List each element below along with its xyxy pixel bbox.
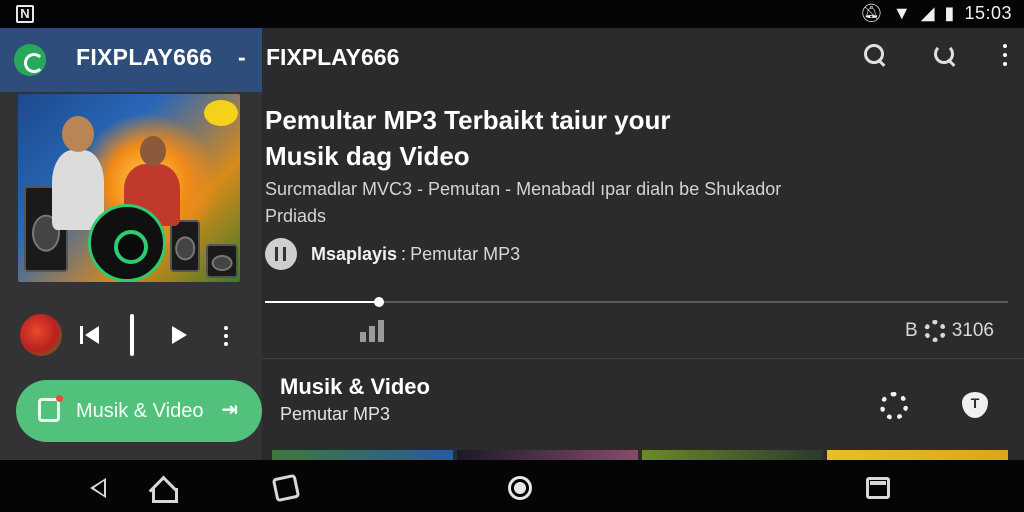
settings-icon[interactable] (923, 320, 946, 342)
app-logo-icon (14, 44, 46, 76)
app-notification-icon: N (16, 5, 34, 23)
source-name: Msaplayis (311, 243, 398, 264)
card-subtitle: Pemutar MP3 (280, 404, 391, 424)
assistant-icon[interactable] (508, 476, 532, 500)
pause-icon[interactable] (130, 314, 134, 356)
album-art[interactable] (18, 94, 240, 282)
library-icon (38, 395, 63, 422)
thumbnail-strip (272, 450, 1008, 460)
pause-circle-icon[interactable] (265, 238, 297, 270)
section-divider (262, 358, 1024, 359)
toolbar-actions (862, 42, 1008, 68)
signal-icon: ◢ (920, 3, 935, 23)
card-settings-icon[interactable] (880, 392, 908, 420)
more-vert-icon[interactable] (1002, 42, 1008, 68)
stats-label-left: B (905, 320, 918, 341)
cover-badge (204, 100, 238, 126)
speaker-far-right-graphic (206, 244, 238, 278)
stats-count: 3106 (951, 320, 994, 341)
previous-icon[interactable] (80, 324, 102, 346)
card-title: Musik & Video (280, 374, 430, 399)
clock: 15:03 (964, 3, 1012, 23)
source-description: Pemutar MP3 (410, 243, 521, 264)
seek-bar-thumb[interactable] (374, 297, 384, 307)
more-icon[interactable] (224, 326, 228, 346)
track-description: Surcmadlar MVC3 - Pemutan - Menabadl ıpa… (265, 176, 865, 230)
speaker-right-graphic (170, 220, 200, 272)
status-bar: N 🔕︎ ▼ ◢ ▮ 15:03 (0, 0, 1024, 28)
thumbnail[interactable] (827, 450, 1008, 460)
app-title: FIXPLAY666 (76, 44, 213, 70)
stats-row: B 3106 (905, 320, 994, 342)
notification-mute-icon: 🔕︎ (860, 3, 883, 23)
home-icon[interactable] (148, 476, 178, 503)
description-line-2: Prdiads (265, 206, 327, 226)
track-headline: Pemultar MP3 Terbaikt taiur your Musik d… (265, 102, 825, 174)
thumbnail[interactable] (457, 450, 638, 460)
seek-bar-progress (265, 301, 379, 303)
headline-line-1: Pemultar MP3 Terbaikt taiur your (265, 105, 671, 135)
refresh-icon[interactable] (932, 42, 958, 68)
equalizer-icon[interactable] (360, 320, 386, 342)
overview-icon[interactable] (866, 477, 890, 499)
search-icon[interactable] (862, 42, 888, 68)
vinyl-record-graphic (88, 204, 166, 282)
description-line-1: Surcmadlar MVC3 - Pemutan - Menabadl ıpa… (265, 179, 782, 199)
arrow-right-icon: ⇥ (221, 399, 238, 421)
headline-line-2: Musik dag Video (265, 141, 470, 171)
source-row[interactable]: Msaplayis : Pemutar MP3 (265, 237, 520, 271)
cta-label: Musik & Video (76, 400, 204, 422)
thumbnail[interactable] (272, 450, 453, 460)
battery-icon: ▮ (944, 3, 955, 23)
source-separator: : (401, 243, 407, 264)
singer-head-graphic (62, 116, 94, 152)
mini-player-controls (18, 312, 248, 360)
thumbnail[interactable] (642, 450, 823, 460)
status-icons: 🔕︎ ▼ ◢ ▮ 15:03 (860, 3, 1012, 24)
wifi-icon: ▼ (892, 3, 911, 23)
back-icon[interactable] (90, 478, 106, 498)
recent-apps-icon[interactable] (271, 473, 301, 503)
musik-video-button[interactable]: Musik & Video ⇥ (16, 380, 262, 442)
app-title-separator: - (238, 44, 246, 70)
mini-player-avatar[interactable] (20, 314, 62, 356)
toolbar-title: FIXPLAY666 (266, 44, 400, 70)
guitarist-head-graphic (140, 136, 166, 166)
play-icon[interactable] (172, 326, 187, 344)
